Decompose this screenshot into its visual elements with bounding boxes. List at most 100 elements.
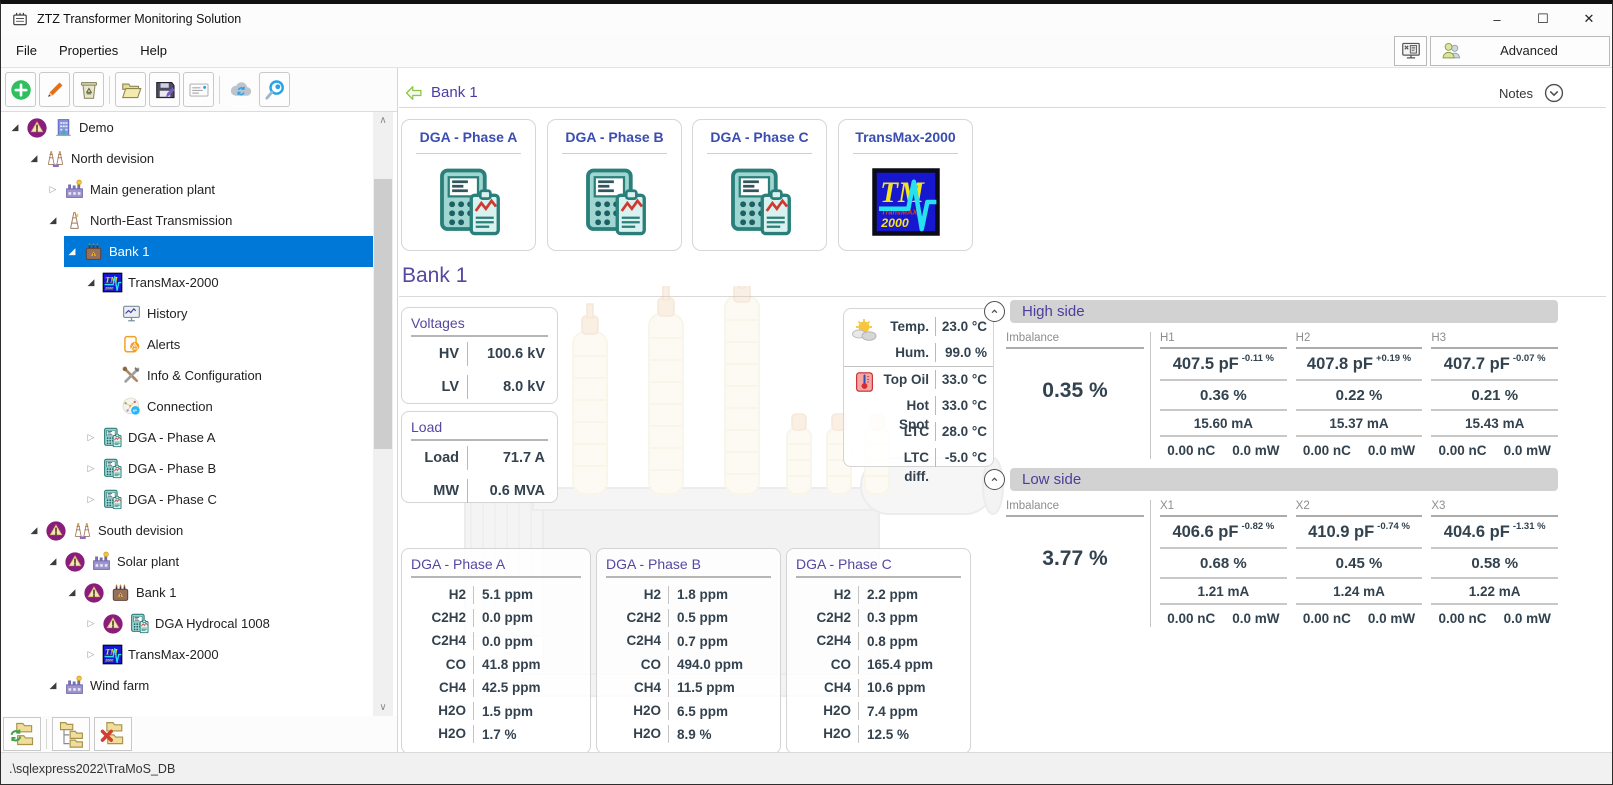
report-button[interactable]: [183, 72, 214, 107]
expander-icon[interactable]: [47, 680, 59, 691]
panel-divider: [397, 68, 398, 752]
tree-item-north-east-transmission[interactable]: North-East Transmission: [1, 205, 373, 236]
menu-file[interactable]: File: [5, 37, 48, 64]
tree-item-connection[interactable]: Connection: [1, 391, 373, 422]
expander-icon[interactable]: [47, 215, 59, 226]
expander-icon[interactable]: [85, 277, 97, 288]
high-side-header[interactable]: High side: [1010, 300, 1558, 323]
notes-chevron-down-icon[interactable]: [1544, 83, 1564, 103]
device-card-dga-phase-b[interactable]: DGA - Phase B: [547, 119, 682, 251]
scroll-down-icon[interactable]: [373, 699, 393, 716]
mw-row: MW 0.6 MVA: [402, 474, 557, 507]
environment-panel: Temp. 23.0 °C Hum. 99.0 % Top Oil 33.0 °…: [843, 308, 994, 467]
collapse-low-side-button[interactable]: [984, 469, 1005, 490]
tree-item-alerts[interactable]: Alerts: [1, 329, 373, 360]
tree-item-dga-phase-c[interactable]: DGA - Phase C: [1, 484, 373, 515]
tree-item-main-generation-plant[interactable]: Main generation plant: [1, 174, 373, 205]
tree-item-dga-hydrocal-1008[interactable]: DGA Hydrocal 1008: [1, 608, 373, 639]
expander-icon[interactable]: [47, 556, 59, 567]
expander-icon[interactable]: [28, 525, 40, 536]
device-card-transmax-2000[interactable]: TransMax-2000: [838, 119, 973, 251]
gas-label: CH4: [787, 679, 859, 697]
menu-properties[interactable]: Properties: [48, 37, 129, 64]
collapse-high-side-button[interactable]: [984, 301, 1005, 322]
tree-item-wind-farm[interactable]: Wind farm: [1, 670, 373, 701]
remove-folder-button[interactable]: [94, 717, 132, 751]
card-title: DGA - Phase C: [693, 129, 826, 145]
search-button[interactable]: [259, 72, 290, 107]
add-button[interactable]: [5, 72, 36, 107]
tree-item-dga-phase-a[interactable]: DGA - Phase A: [1, 422, 373, 453]
advanced-button[interactable]: Advanced: [1430, 36, 1610, 66]
ltc-diff-row: LTC diff. -5.0 °C: [844, 444, 993, 470]
gas-label: CO: [787, 656, 859, 674]
expander-icon[interactable]: [85, 463, 97, 474]
expander-icon[interactable]: [66, 587, 78, 598]
device-card-dga-phase-a[interactable]: DGA - Phase A: [401, 119, 536, 251]
open-button[interactable]: [115, 72, 146, 107]
back-arrow-icon[interactable]: [404, 83, 424, 103]
notes-toggle-label[interactable]: Notes: [1499, 86, 1533, 101]
tan-delta-value: 0.58 %: [1431, 549, 1558, 579]
phase-name: H3: [1431, 332, 1558, 349]
tree-item-dga-phase-b[interactable]: DGA - Phase B: [1, 453, 373, 484]
tree-item-north-devision[interactable]: North devision: [1, 143, 373, 174]
expander-icon[interactable]: [85, 432, 97, 443]
power-value: 0.0 mW: [1232, 611, 1279, 626]
tree-item-solar-plant[interactable]: Solar plant: [1, 546, 373, 577]
tree-item-demo[interactable]: Demo: [1, 112, 373, 143]
tree-item-label: DGA - Phase A: [128, 430, 215, 445]
tree-item-label: South devision: [98, 523, 183, 538]
expander-icon[interactable]: [28, 153, 40, 164]
monitor-tools-icon: [1400, 40, 1422, 62]
humidity-label: Hum.: [882, 343, 936, 362]
gas-value: 41.8 ppm: [474, 657, 541, 672]
phase-name: X2: [1296, 500, 1423, 517]
tree-item-bank-1-solar[interactable]: Bank 1: [1, 577, 373, 608]
device-card-dga-phase-c[interactable]: DGA - Phase C: [692, 119, 827, 251]
edit-button[interactable]: [39, 72, 70, 107]
mw-value: 0.6 MVA: [468, 483, 557, 499]
expander-icon[interactable]: [9, 122, 21, 133]
minimize-button[interactable]: –: [1474, 4, 1520, 34]
expander-icon[interactable]: [47, 184, 59, 195]
tree-item-info-configuration[interactable]: Info & Configuration: [1, 360, 373, 391]
dga-phase-c-panel: DGA - Phase C H22.2 ppm C2H20.3 ppm C2H4…: [786, 548, 971, 754]
expander-icon[interactable]: [85, 494, 97, 505]
scroll-up-icon[interactable]: [373, 112, 393, 129]
current-value: 1.24 mA: [1296, 579, 1423, 605]
dga-panel-title: DGA - Phase B: [606, 556, 771, 578]
maximize-button[interactable]: ☐: [1520, 4, 1566, 34]
menu-help[interactable]: Help: [129, 37, 178, 64]
sync-button[interactable]: [225, 72, 256, 107]
power-value: 0.0 mW: [1368, 443, 1415, 458]
transmission-towers-icon: [45, 148, 66, 169]
tree-item-history[interactable]: History: [1, 298, 373, 329]
expander-icon[interactable]: [85, 649, 97, 660]
gas-label: H2: [597, 586, 669, 604]
charge-value: 0.00 nC: [1439, 611, 1487, 626]
delete-button[interactable]: [73, 72, 104, 107]
transformer-bank-icon: [83, 241, 104, 262]
tree-item-label: Main generation plant: [90, 182, 215, 197]
gas-value: 6.5 ppm: [669, 704, 728, 719]
current-value: 15.60 mA: [1160, 411, 1287, 437]
high-imbalance-column: Imbalance 0.35 %: [1006, 332, 1144, 463]
tree-scrollbar[interactable]: [373, 112, 393, 716]
tree-item-bank-1-selected[interactable]: Bank 1: [1, 236, 373, 267]
scrollbar-thumb[interactable]: [374, 179, 392, 449]
low-side-header[interactable]: Low side: [1010, 468, 1558, 491]
save-button[interactable]: [149, 72, 180, 107]
folder-structure-button[interactable]: [52, 717, 90, 751]
folder-tree-icon: [57, 720, 85, 748]
system-tools-button[interactable]: [1394, 36, 1427, 66]
refresh-folders-button[interactable]: [3, 717, 41, 751]
tree-item-south-devision[interactable]: South devision: [1, 515, 373, 546]
tree-item-transmax-2000-solar[interactable]: TransMax-2000: [1, 639, 373, 670]
tree-toolbar: [1, 68, 397, 112]
expander-icon[interactable]: [85, 618, 97, 629]
close-button[interactable]: ✕: [1566, 4, 1612, 34]
tree-item-transmax-2000[interactable]: TransMax-2000: [1, 267, 373, 298]
breadcrumb-title: Bank 1: [431, 84, 478, 101]
expander-icon[interactable]: [66, 246, 78, 257]
